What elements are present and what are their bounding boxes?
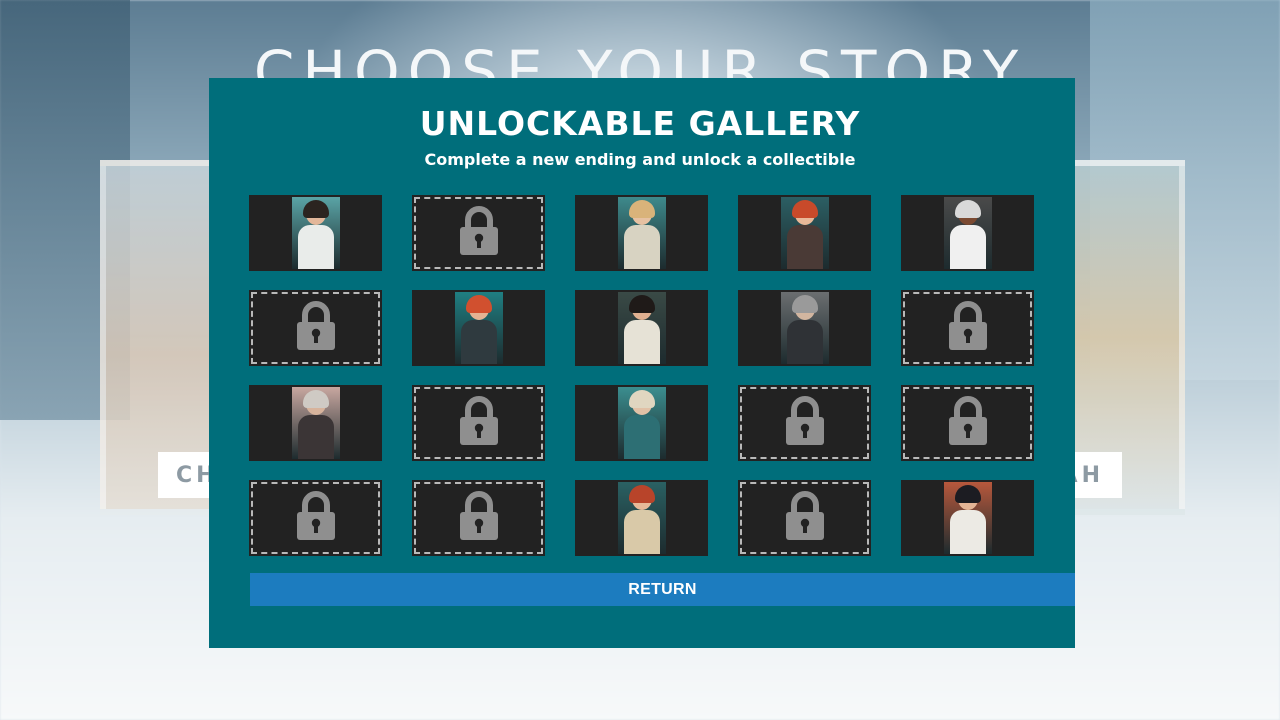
padlock-icon <box>458 491 500 545</box>
gallery-tile-unlocked[interactable] <box>901 195 1034 271</box>
gallery-grid <box>249 195 1034 557</box>
character-portrait <box>617 197 666 269</box>
character-portrait <box>617 387 666 459</box>
gallery-tile-unlocked[interactable] <box>575 385 708 461</box>
padlock-icon <box>295 301 337 355</box>
character-portrait <box>943 482 992 554</box>
gallery-tile-locked[interactable] <box>412 195 545 271</box>
gallery-tile-locked[interactable] <box>738 385 871 461</box>
gallery-tile-unlocked[interactable] <box>412 290 545 366</box>
return-button[interactable]: RETURN <box>250 573 1075 606</box>
padlock-icon <box>947 301 989 355</box>
character-portrait <box>780 197 829 269</box>
character-portrait <box>291 197 340 269</box>
gallery-tile-unlocked[interactable] <box>738 195 871 271</box>
gallery-tile-locked[interactable] <box>412 480 545 556</box>
character-portrait <box>617 482 666 554</box>
character-portrait <box>780 292 829 364</box>
gallery-title: UNLOCKABLE GALLERY <box>419 104 861 143</box>
padlock-icon <box>458 396 500 450</box>
character-portrait <box>617 292 666 364</box>
padlock-icon <box>947 396 989 450</box>
gallery-subtitle: Complete a new ending and unlock a colle… <box>424 150 856 169</box>
character-portrait <box>943 197 992 269</box>
padlock-icon <box>784 396 826 450</box>
padlock-icon <box>784 491 826 545</box>
gallery-tile-unlocked[interactable] <box>575 195 708 271</box>
gallery-tile-locked[interactable] <box>901 290 1034 366</box>
padlock-icon <box>458 206 500 260</box>
gallery-tile-unlocked[interactable] <box>575 290 708 366</box>
gallery-tile-unlocked[interactable] <box>249 385 382 461</box>
character-portrait <box>454 292 503 364</box>
gallery-tile-locked[interactable] <box>249 290 382 366</box>
gallery-tile-unlocked[interactable] <box>738 290 871 366</box>
character-portrait <box>291 387 340 459</box>
gallery-tile-locked[interactable] <box>249 480 382 556</box>
gallery-tile-unlocked[interactable] <box>901 480 1034 556</box>
gallery-tile-unlocked[interactable] <box>249 195 382 271</box>
gallery-tile-locked[interactable] <box>738 480 871 556</box>
gallery-tile-locked[interactable] <box>412 385 545 461</box>
gallery-tile-unlocked[interactable] <box>575 480 708 556</box>
padlock-icon <box>295 491 337 545</box>
gallery-tile-locked[interactable] <box>901 385 1034 461</box>
